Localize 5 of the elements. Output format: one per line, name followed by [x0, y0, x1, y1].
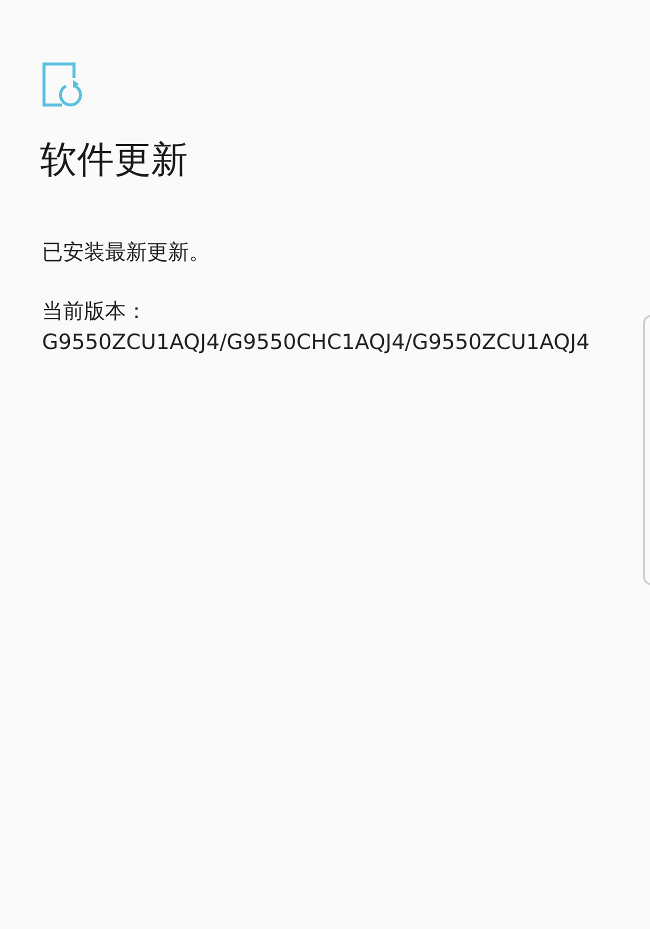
- version-text: 当前版本：G9550ZCU1AQJ4/G9550CHC1AQJ4/G9550ZCU1AQJ4: [42, 298, 591, 356]
- edge-panel-handle[interactable]: [643, 315, 650, 585]
- status-text: 已安装最新更新。: [42, 239, 211, 266]
- page-title: 软件更新: [40, 137, 188, 183]
- update-icon: [42, 62, 84, 107]
